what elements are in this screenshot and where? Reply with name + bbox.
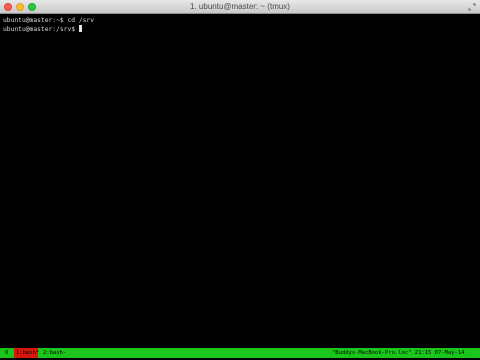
tmux-session-name: 0 (3, 348, 11, 358)
fullscreen-icon[interactable] (468, 3, 476, 11)
terminal-output[interactable]: ubuntu@master:~$ cd /srv ubuntu@master:/… (0, 14, 480, 347)
terminal-window: 1. ubuntu@master: ~ (tmux) ubuntu@master… (0, 0, 480, 360)
terminal-prompt: ubuntu@master:/srv$ (3, 26, 79, 33)
terminal-prompt-line: ubuntu@master:/srv$ (3, 25, 477, 34)
terminal-line: ubuntu@master:~$ cd /srv (3, 17, 94, 24)
tmux-window-active[interactable]: 1:bash* (14, 348, 39, 358)
tmux-status-right: "Buddys-MacBook-Pro.loc" 21:15 07-May-14 (332, 350, 465, 356)
tmux-window-2[interactable]: 2:bash- (43, 348, 66, 358)
title-bar[interactable]: 1. ubuntu@master: ~ (tmux) (0, 0, 480, 14)
window-title: 1. ubuntu@master: ~ (tmux) (190, 2, 290, 11)
text-cursor (78, 25, 82, 32)
tmux-status-bar: 0 1:bash* 2:bash- "Buddys-MacBook-Pro.lo… (0, 348, 480, 358)
